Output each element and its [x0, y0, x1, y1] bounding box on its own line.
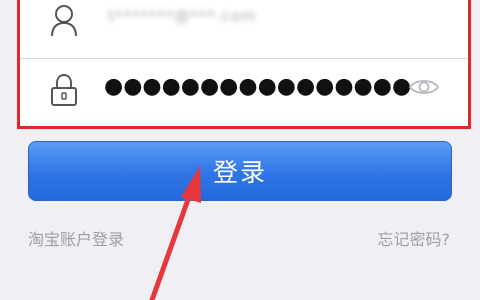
password-row[interactable]: ●●●●●●●●●●●●●●●●: [20, 59, 468, 121]
forgot-password-link[interactable]: 忘记密码?: [378, 226, 451, 250]
username-row[interactable]: t*******@***.com: [20, 0, 468, 59]
username-field[interactable]: t*******@***.com: [108, 7, 348, 29]
login-button[interactable]: 登录: [28, 141, 452, 201]
login-form-highlight: t*******@***.com ●●●●●●●●●●●●●●●●: [17, 0, 471, 129]
password-field[interactable]: ●●●●●●●●●●●●●●●●: [104, 69, 411, 105]
user-icon: [49, 2, 79, 38]
lock-icon: [49, 72, 79, 108]
eye-icon[interactable]: [408, 75, 440, 99]
login-screen: t*******@***.com ●●●●●●●●●●●●●●●● 登录 淘宝账…: [0, 0, 480, 300]
taobao-login-link[interactable]: 淘宝账户登录: [28, 226, 124, 250]
